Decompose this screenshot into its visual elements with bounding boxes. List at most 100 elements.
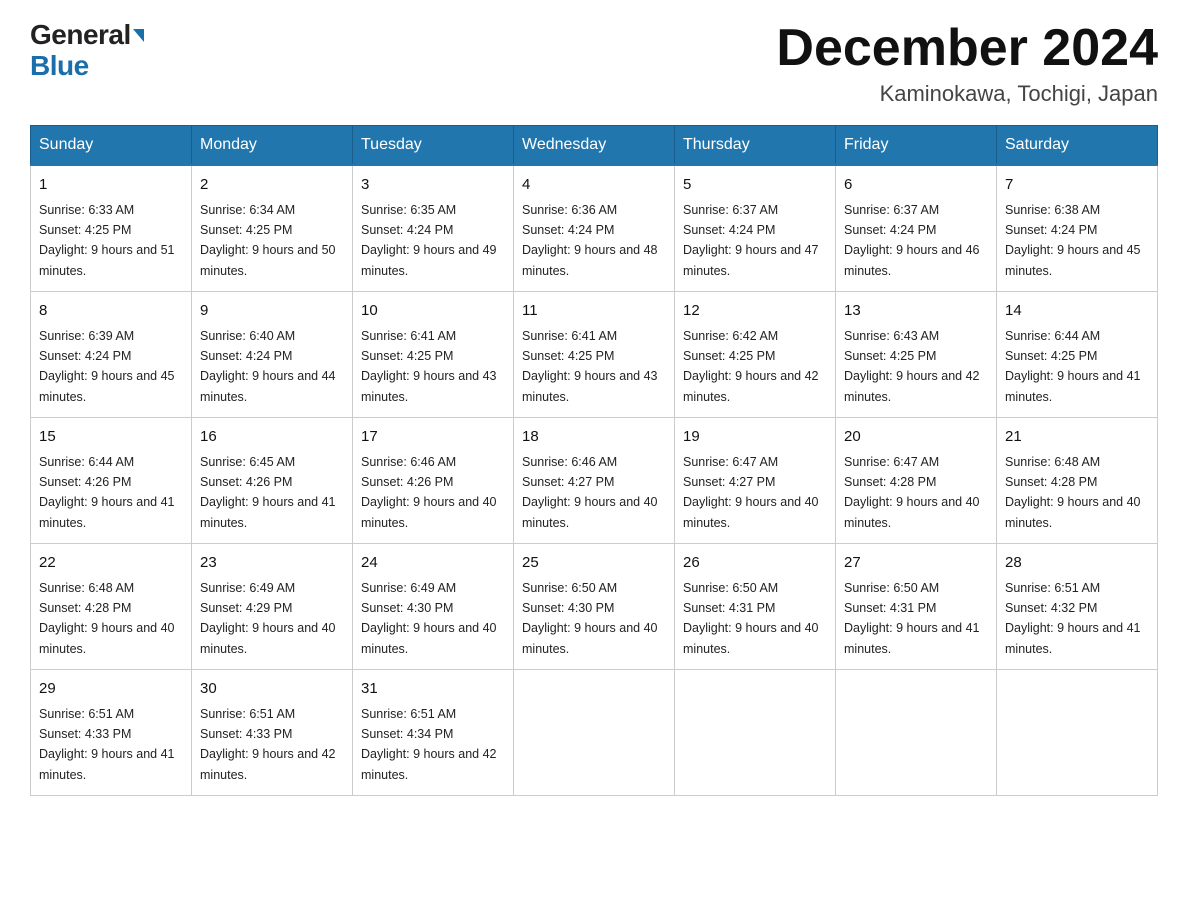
day-number: 21 [1005, 426, 1149, 449]
day-info: Sunrise: 6:50 AMSunset: 4:30 PMDaylight:… [522, 581, 658, 656]
calendar-cell: 21 Sunrise: 6:48 AMSunset: 4:28 PMDaylig… [997, 418, 1158, 544]
calendar-cell: 9 Sunrise: 6:40 AMSunset: 4:24 PMDayligh… [192, 292, 353, 418]
day-info: Sunrise: 6:51 AMSunset: 4:34 PMDaylight:… [361, 707, 497, 782]
title-block: December 2024 Kaminokawa, Tochigi, Japan [776, 20, 1158, 107]
calendar-cell: 27 Sunrise: 6:50 AMSunset: 4:31 PMDaylig… [836, 544, 997, 670]
day-info: Sunrise: 6:45 AMSunset: 4:26 PMDaylight:… [200, 455, 336, 530]
day-number: 19 [683, 426, 827, 449]
day-info: Sunrise: 6:49 AMSunset: 4:29 PMDaylight:… [200, 581, 336, 656]
calendar-subtitle: Kaminokawa, Tochigi, Japan [776, 81, 1158, 107]
logo: General Blue [30, 20, 144, 82]
calendar-cell: 29 Sunrise: 6:51 AMSunset: 4:33 PMDaylig… [31, 670, 192, 796]
day-info: Sunrise: 6:46 AMSunset: 4:26 PMDaylight:… [361, 455, 497, 530]
calendar-cell: 12 Sunrise: 6:42 AMSunset: 4:25 PMDaylig… [675, 292, 836, 418]
day-number: 18 [522, 426, 666, 449]
calendar-table: SundayMondayTuesdayWednesdayThursdayFrid… [30, 125, 1158, 796]
day-number: 28 [1005, 552, 1149, 575]
calendar-cell: 16 Sunrise: 6:45 AMSunset: 4:26 PMDaylig… [192, 418, 353, 544]
day-info: Sunrise: 6:50 AMSunset: 4:31 PMDaylight:… [683, 581, 819, 656]
day-info: Sunrise: 6:51 AMSunset: 4:32 PMDaylight:… [1005, 581, 1141, 656]
day-info: Sunrise: 6:50 AMSunset: 4:31 PMDaylight:… [844, 581, 980, 656]
calendar-cell: 2 Sunrise: 6:34 AMSunset: 4:25 PMDayligh… [192, 165, 353, 292]
day-number: 8 [39, 300, 183, 323]
day-info: Sunrise: 6:44 AMSunset: 4:26 PMDaylight:… [39, 455, 175, 530]
calendar-cell: 19 Sunrise: 6:47 AMSunset: 4:27 PMDaylig… [675, 418, 836, 544]
calendar-cell [997, 670, 1158, 796]
day-info: Sunrise: 6:48 AMSunset: 4:28 PMDaylight:… [1005, 455, 1141, 530]
calendar-cell: 7 Sunrise: 6:38 AMSunset: 4:24 PMDayligh… [997, 165, 1158, 292]
day-number: 13 [844, 300, 988, 323]
calendar-cell: 20 Sunrise: 6:47 AMSunset: 4:28 PMDaylig… [836, 418, 997, 544]
day-number: 23 [200, 552, 344, 575]
page-header: General Blue December 2024 Kaminokawa, T… [30, 20, 1158, 107]
calendar-cell: 30 Sunrise: 6:51 AMSunset: 4:33 PMDaylig… [192, 670, 353, 796]
calendar-cell: 25 Sunrise: 6:50 AMSunset: 4:30 PMDaylig… [514, 544, 675, 670]
day-info: Sunrise: 6:48 AMSunset: 4:28 PMDaylight:… [39, 581, 175, 656]
day-info: Sunrise: 6:41 AMSunset: 4:25 PMDaylight:… [361, 329, 497, 404]
calendar-title: December 2024 [776, 20, 1158, 77]
calendar-cell: 23 Sunrise: 6:49 AMSunset: 4:29 PMDaylig… [192, 544, 353, 670]
calendar-cell: 3 Sunrise: 6:35 AMSunset: 4:24 PMDayligh… [353, 165, 514, 292]
day-info: Sunrise: 6:35 AMSunset: 4:24 PMDaylight:… [361, 203, 497, 278]
day-info: Sunrise: 6:44 AMSunset: 4:25 PMDaylight:… [1005, 329, 1141, 404]
calendar-week-row: 8 Sunrise: 6:39 AMSunset: 4:24 PMDayligh… [31, 292, 1158, 418]
calendar-cell: 14 Sunrise: 6:44 AMSunset: 4:25 PMDaylig… [997, 292, 1158, 418]
calendar-cell [514, 670, 675, 796]
header-wednesday: Wednesday [514, 126, 675, 166]
day-number: 9 [200, 300, 344, 323]
calendar-cell: 10 Sunrise: 6:41 AMSunset: 4:25 PMDaylig… [353, 292, 514, 418]
day-info: Sunrise: 6:46 AMSunset: 4:27 PMDaylight:… [522, 455, 658, 530]
logo-general-text: General [30, 20, 131, 51]
day-info: Sunrise: 6:47 AMSunset: 4:27 PMDaylight:… [683, 455, 819, 530]
day-number: 27 [844, 552, 988, 575]
calendar-cell: 13 Sunrise: 6:43 AMSunset: 4:25 PMDaylig… [836, 292, 997, 418]
day-info: Sunrise: 6:42 AMSunset: 4:25 PMDaylight:… [683, 329, 819, 404]
day-info: Sunrise: 6:41 AMSunset: 4:25 PMDaylight:… [522, 329, 658, 404]
calendar-cell: 24 Sunrise: 6:49 AMSunset: 4:30 PMDaylig… [353, 544, 514, 670]
calendar-cell: 4 Sunrise: 6:36 AMSunset: 4:24 PMDayligh… [514, 165, 675, 292]
header-friday: Friday [836, 126, 997, 166]
day-number: 17 [361, 426, 505, 449]
calendar-week-row: 1 Sunrise: 6:33 AMSunset: 4:25 PMDayligh… [31, 165, 1158, 292]
calendar-cell: 11 Sunrise: 6:41 AMSunset: 4:25 PMDaylig… [514, 292, 675, 418]
header-thursday: Thursday [675, 126, 836, 166]
day-number: 6 [844, 174, 988, 197]
day-number: 15 [39, 426, 183, 449]
day-number: 10 [361, 300, 505, 323]
day-info: Sunrise: 6:38 AMSunset: 4:24 PMDaylight:… [1005, 203, 1141, 278]
day-number: 5 [683, 174, 827, 197]
logo-arrow-icon [133, 29, 144, 42]
day-number: 16 [200, 426, 344, 449]
header-sunday: Sunday [31, 126, 192, 166]
day-info: Sunrise: 6:40 AMSunset: 4:24 PMDaylight:… [200, 329, 336, 404]
day-number: 12 [683, 300, 827, 323]
day-number: 29 [39, 678, 183, 701]
calendar-cell: 8 Sunrise: 6:39 AMSunset: 4:24 PMDayligh… [31, 292, 192, 418]
day-number: 24 [361, 552, 505, 575]
day-number: 26 [683, 552, 827, 575]
calendar-cell [836, 670, 997, 796]
calendar-cell: 1 Sunrise: 6:33 AMSunset: 4:25 PMDayligh… [31, 165, 192, 292]
calendar-cell: 26 Sunrise: 6:50 AMSunset: 4:31 PMDaylig… [675, 544, 836, 670]
logo-blue-text: Blue [30, 51, 89, 82]
calendar-cell: 18 Sunrise: 6:46 AMSunset: 4:27 PMDaylig… [514, 418, 675, 544]
day-number: 20 [844, 426, 988, 449]
day-info: Sunrise: 6:34 AMSunset: 4:25 PMDaylight:… [200, 203, 336, 278]
day-number: 14 [1005, 300, 1149, 323]
day-number: 2 [200, 174, 344, 197]
day-number: 1 [39, 174, 183, 197]
header-monday: Monday [192, 126, 353, 166]
calendar-week-row: 22 Sunrise: 6:48 AMSunset: 4:28 PMDaylig… [31, 544, 1158, 670]
header-tuesday: Tuesday [353, 126, 514, 166]
calendar-header-row: SundayMondayTuesdayWednesdayThursdayFrid… [31, 126, 1158, 166]
calendar-cell [675, 670, 836, 796]
calendar-cell: 6 Sunrise: 6:37 AMSunset: 4:24 PMDayligh… [836, 165, 997, 292]
header-saturday: Saturday [997, 126, 1158, 166]
calendar-cell: 22 Sunrise: 6:48 AMSunset: 4:28 PMDaylig… [31, 544, 192, 670]
day-number: 22 [39, 552, 183, 575]
day-info: Sunrise: 6:37 AMSunset: 4:24 PMDaylight:… [844, 203, 980, 278]
day-info: Sunrise: 6:37 AMSunset: 4:24 PMDaylight:… [683, 203, 819, 278]
day-number: 3 [361, 174, 505, 197]
day-number: 31 [361, 678, 505, 701]
calendar-cell: 5 Sunrise: 6:37 AMSunset: 4:24 PMDayligh… [675, 165, 836, 292]
